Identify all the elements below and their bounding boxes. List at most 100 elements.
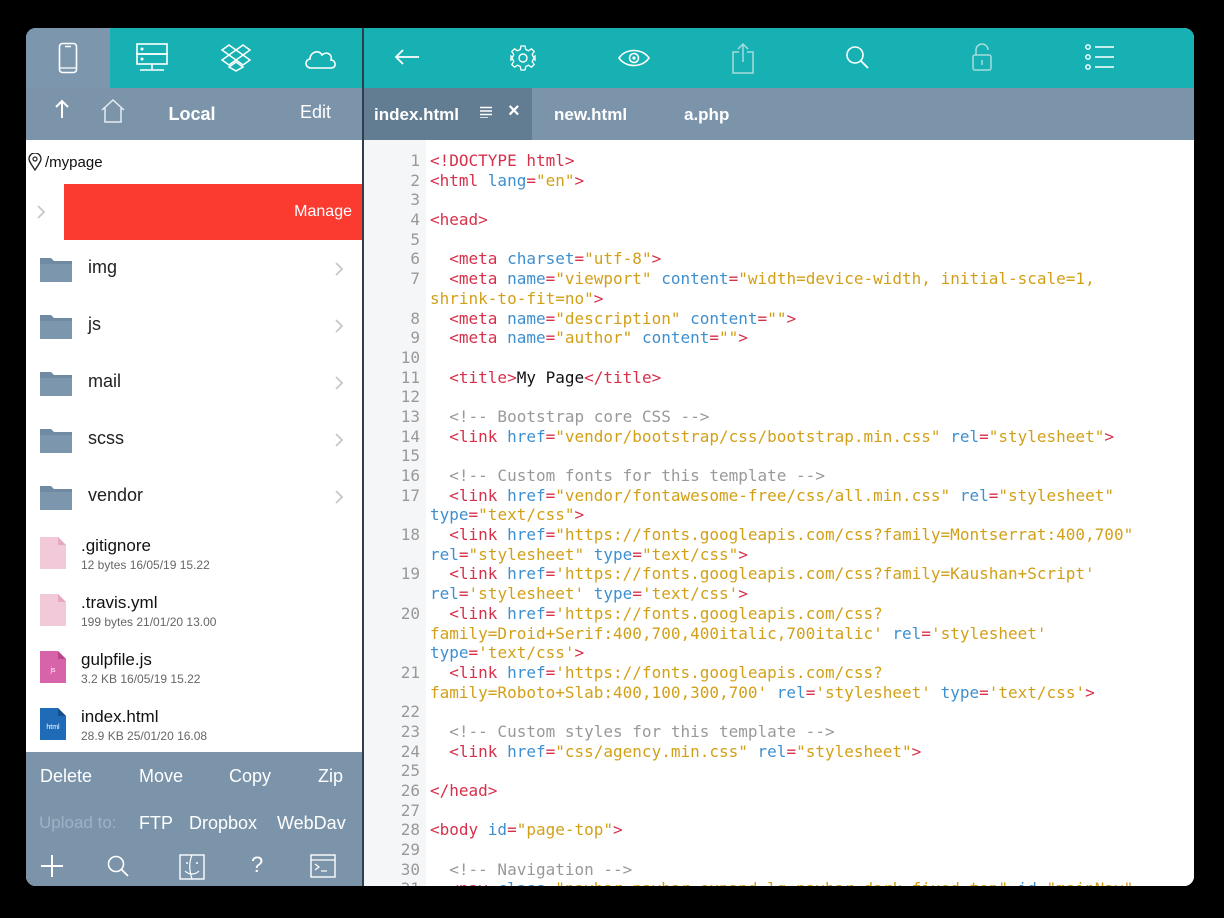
help-button[interactable]: ? xyxy=(251,852,263,878)
code-token: 'stylesheet' xyxy=(468,584,585,604)
file-row[interactable]: html index.html 28.9 KB 25/01/20 16.08 xyxy=(26,696,362,753)
code-token: = xyxy=(526,170,536,190)
code-token: 'https://fonts.googleapis.com/css? xyxy=(555,662,883,682)
code-token: shrink-to-fit=no" xyxy=(430,288,594,308)
file-row[interactable]: .travis.yml 199 bytes 21/01/20 13.00 xyxy=(26,582,362,639)
code-token: content xyxy=(641,328,710,348)
line-number: 23 xyxy=(400,721,420,741)
folder-row[interactable]: js xyxy=(26,297,362,354)
line-text: rel="stylesheet" type="text/css"> xyxy=(430,545,748,565)
up-button[interactable] xyxy=(54,98,70,127)
line-number: 8 xyxy=(410,308,420,328)
line-text: <title>My Page</title> xyxy=(430,368,661,388)
code-token: = xyxy=(545,485,556,505)
line-text: rel='stylesheet' type='text/css'> xyxy=(430,584,748,604)
source-tab-dropbox[interactable] xyxy=(194,28,278,88)
code-token: "width=device-width, initial-scale=1, xyxy=(738,269,1095,289)
preview-button[interactable] xyxy=(618,48,650,73)
code-line: 25 xyxy=(364,761,1194,781)
share-button[interactable] xyxy=(731,42,755,79)
settings-button[interactable] xyxy=(509,44,537,77)
code-token: href xyxy=(507,426,546,446)
upload-ftp-button[interactable]: FTP xyxy=(139,813,173,834)
tab-a-php[interactable]: a.php xyxy=(664,88,754,140)
code-token: = xyxy=(458,584,469,604)
folder-name: mail xyxy=(88,371,122,391)
code-editor[interactable]: 1 <!DOCTYPE html> 2 <html lang="en"> 3 4 <head… xyxy=(364,140,1194,886)
move-button[interactable]: Move xyxy=(139,766,183,787)
back-button[interactable] xyxy=(394,48,420,71)
upload-webdav-button[interactable]: WebDav xyxy=(277,813,346,834)
code-token: family=Roboto+Slab:400,100,300,700' xyxy=(430,682,768,702)
cloud-icon xyxy=(305,50,336,69)
code-line: 28 <body id="page-top"> xyxy=(364,820,1194,840)
file-actions-bar: Delete Move Copy Zip Upload to: FTP Drop… xyxy=(26,752,362,886)
finder-button[interactable] xyxy=(179,854,205,885)
line-number: 20 xyxy=(400,603,420,623)
code-line: 19 <link href='https://fonts.googleapis.… xyxy=(364,564,1194,584)
code-line: family=Droid+Serif:400,700,400italic,700… xyxy=(364,624,1194,644)
code-token: 'stylesheet' xyxy=(930,623,1047,643)
close-tab-icon[interactable]: × xyxy=(508,100,520,123)
code-token: <title> xyxy=(449,367,517,387)
code-token: > xyxy=(651,249,662,269)
code-token: 'text/css' xyxy=(478,643,575,663)
code-line: 12 xyxy=(364,387,1194,407)
source-tab-local[interactable] xyxy=(26,28,110,88)
zip-button[interactable]: Zip xyxy=(318,766,343,787)
code-line: 13 <!-- Bootstrap core CSS --> xyxy=(364,407,1194,427)
current-path: /mypage xyxy=(26,140,362,184)
code-token: = xyxy=(921,623,931,643)
code-token: <link xyxy=(449,485,508,505)
terminal-button[interactable] xyxy=(310,854,336,883)
code-token: > xyxy=(593,288,604,308)
code-token: </head> xyxy=(430,781,498,800)
edit-button[interactable]: Edit xyxy=(300,102,331,123)
search-icon xyxy=(846,46,869,69)
source-tab-cloud[interactable] xyxy=(278,28,362,88)
file-row[interactable]: js gulpfile.js 3.2 KB 16/05/19 15.22 xyxy=(26,639,362,696)
folder-icon xyxy=(40,315,72,339)
file-row[interactable]: .gitignore 12 bytes 16/05/19 15.22 xyxy=(26,525,362,582)
line-number: 14 xyxy=(400,426,420,446)
folder-row[interactable]: scss xyxy=(26,411,362,468)
folder-row[interactable]: mail xyxy=(26,354,362,411)
add-button[interactable] xyxy=(40,854,64,883)
line-text: family=Roboto+Slab:400,100,300,700' rel=… xyxy=(430,683,1095,703)
chevron-right-icon xyxy=(37,205,46,219)
line-number: 16 xyxy=(400,466,420,485)
tab-new-html[interactable]: new.html xyxy=(532,88,642,140)
code-token: 'https://fonts.googleapis.com/css? xyxy=(555,603,883,623)
delete-button[interactable]: Delete xyxy=(40,766,92,787)
folder-row[interactable]: vendor xyxy=(26,468,362,525)
folder-row[interactable]: img xyxy=(26,240,362,297)
tab-menu-icon[interactable] xyxy=(480,106,492,118)
copy-button[interactable]: Copy xyxy=(229,766,271,787)
folder-name: img xyxy=(88,257,118,277)
line-number: 12 xyxy=(400,387,420,407)
manage-button[interactable]: Manage xyxy=(64,184,362,240)
code-token: "description" xyxy=(555,308,681,328)
code-token: = xyxy=(458,544,469,564)
code-line: 1 <!DOCTYPE html> xyxy=(364,151,1194,171)
code-token: "vendor/bootstrap/css/bootstrap.min.css" xyxy=(555,426,941,446)
code-token: = xyxy=(805,682,816,702)
search-files-button[interactable] xyxy=(106,854,130,883)
code-area[interactable]: 1 <!DOCTYPE html> 2 <html lang="en"> 3 4 <head… xyxy=(364,151,1194,886)
code-token: rel xyxy=(757,741,787,761)
chevron-right-icon xyxy=(335,262,344,276)
code-token: = xyxy=(507,820,517,840)
upload-dropbox-button[interactable]: Dropbox xyxy=(189,813,257,834)
home-button[interactable] xyxy=(100,98,126,129)
lock-button[interactable] xyxy=(971,42,993,77)
code-token: = xyxy=(468,505,479,525)
line-text: type="text/css"> xyxy=(430,505,584,525)
source-tab-server[interactable] xyxy=(110,28,194,88)
outline-button[interactable] xyxy=(1085,43,1115,76)
code-token: name xyxy=(507,328,546,348)
search-button[interactable] xyxy=(844,44,870,75)
tab-index-html[interactable]: index.html × xyxy=(364,88,532,140)
line-number: 28 xyxy=(400,820,420,840)
code-token: = xyxy=(545,603,556,623)
